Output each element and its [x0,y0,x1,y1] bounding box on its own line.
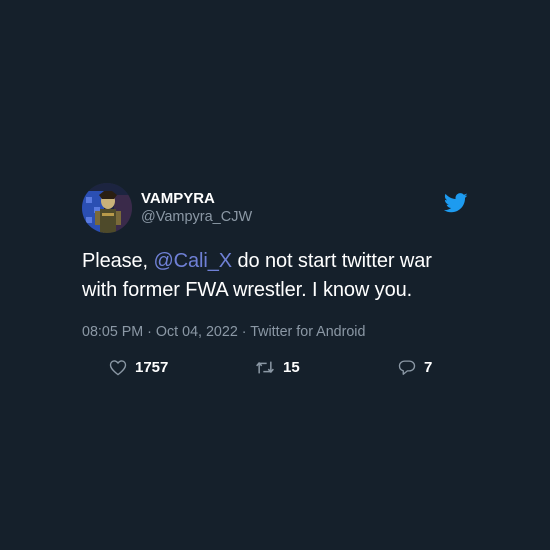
user-handle[interactable]: @Vampyra_CJW [141,208,252,227]
twitter-bird-icon[interactable] [443,193,468,213]
mention-link[interactable]: @Cali_X [153,250,232,272]
retweet-button[interactable]: 15 [255,359,398,376]
avatar-image [82,183,132,233]
tweet-timestamp[interactable]: 08:05 PM · Oct 04, 2022 · Twitter for An… [82,322,468,342]
tweet-actions: 1757 15 7 [82,356,468,378]
retweet-count: 15 [283,358,300,376]
reply-bubble-icon [398,359,416,375]
reply-count: 7 [424,358,433,376]
like-count: 1757 [135,358,169,376]
avatar[interactable] [82,183,132,233]
display-name[interactable]: VAMPYRA [141,189,252,208]
tweet-text-start: Please, [82,250,154,272]
retweet-icon [256,361,274,373]
heart-icon [109,359,127,375]
tweet-header: VAMPYRA @Vampyra_CJW [82,183,468,233]
reply-button[interactable]: 7 [398,359,432,376]
tweet-card: VAMPYRA @Vampyra_CJW Please, @Cali_X do … [82,183,468,378]
tweet-text: Please, @Cali_X do not start twitter war… [82,247,468,305]
author-names: VAMPYRA @Vampyra_CJW [141,189,252,227]
like-button[interactable]: 1757 [109,359,255,376]
